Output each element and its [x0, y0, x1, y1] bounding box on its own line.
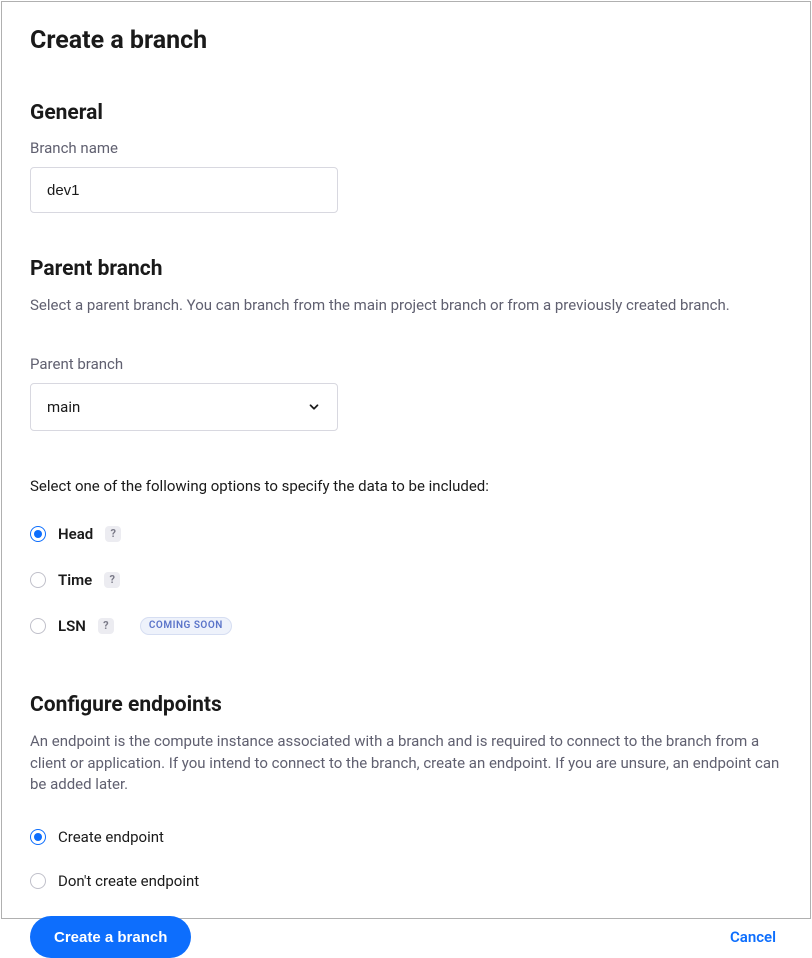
help-icon[interactable]: ? — [98, 618, 114, 634]
branch-name-label: Branch name — [30, 139, 782, 157]
radio-option-lsn[interactable]: LSN ? COMING SOON — [30, 617, 782, 635]
data-options-hint: Select one of the following options to s… — [30, 477, 782, 495]
section-configure-endpoints: Configure endpoints An endpoint is the c… — [30, 693, 782, 916]
parent-branch-select[interactable]: main — [30, 383, 338, 431]
parent-branch-select-label: Parent branch — [30, 355, 782, 373]
radio-input[interactable] — [30, 526, 46, 542]
help-icon[interactable]: ? — [104, 572, 120, 588]
radio-label: LSN — [58, 617, 86, 635]
radio-label: Head — [58, 525, 93, 543]
radio-input[interactable] — [30, 618, 46, 634]
radio-option-create-endpoint[interactable]: Create endpoint — [30, 828, 782, 846]
data-options-radio-group: Head ? Time ? LSN ? COMING SOON — [30, 525, 782, 635]
help-icon[interactable]: ? — [105, 526, 121, 542]
radio-input[interactable] — [30, 829, 46, 845]
radio-label: Create endpoint — [58, 828, 164, 846]
heading-parent-branch: Parent branch — [30, 257, 782, 281]
section-general: General Branch name — [30, 101, 782, 213]
radio-option-time[interactable]: Time ? — [30, 571, 782, 589]
create-branch-panel: Create a branch General Branch name Pare… — [1, 1, 811, 919]
section-parent-branch: Parent branch Select a parent branch. Yo… — [30, 257, 782, 663]
radio-input[interactable] — [30, 572, 46, 588]
footer: Create a branch Cancel — [30, 916, 782, 958]
radio-input[interactable] — [30, 873, 46, 889]
endpoints-description: An endpoint is the compute instance asso… — [30, 731, 782, 796]
parent-branch-description: Select a parent branch. You can branch f… — [30, 295, 782, 317]
create-branch-button[interactable]: Create a branch — [30, 916, 191, 958]
heading-general: General — [30, 101, 782, 125]
chevron-down-icon — [307, 400, 321, 414]
branch-name-input[interactable] — [30, 167, 338, 213]
heading-endpoints: Configure endpoints — [30, 693, 782, 717]
cancel-link[interactable]: Cancel — [730, 928, 776, 946]
endpoints-radio-group: Create endpoint Don't create endpoint — [30, 828, 782, 890]
parent-branch-selected-value: main — [47, 398, 80, 416]
page-title: Create a branch — [30, 26, 782, 55]
radio-option-dont-create-endpoint[interactable]: Don't create endpoint — [30, 872, 782, 890]
radio-label: Time — [58, 571, 92, 589]
coming-soon-badge: COMING SOON — [140, 617, 232, 635]
radio-label: Don't create endpoint — [58, 872, 199, 890]
radio-option-head[interactable]: Head ? — [30, 525, 782, 543]
